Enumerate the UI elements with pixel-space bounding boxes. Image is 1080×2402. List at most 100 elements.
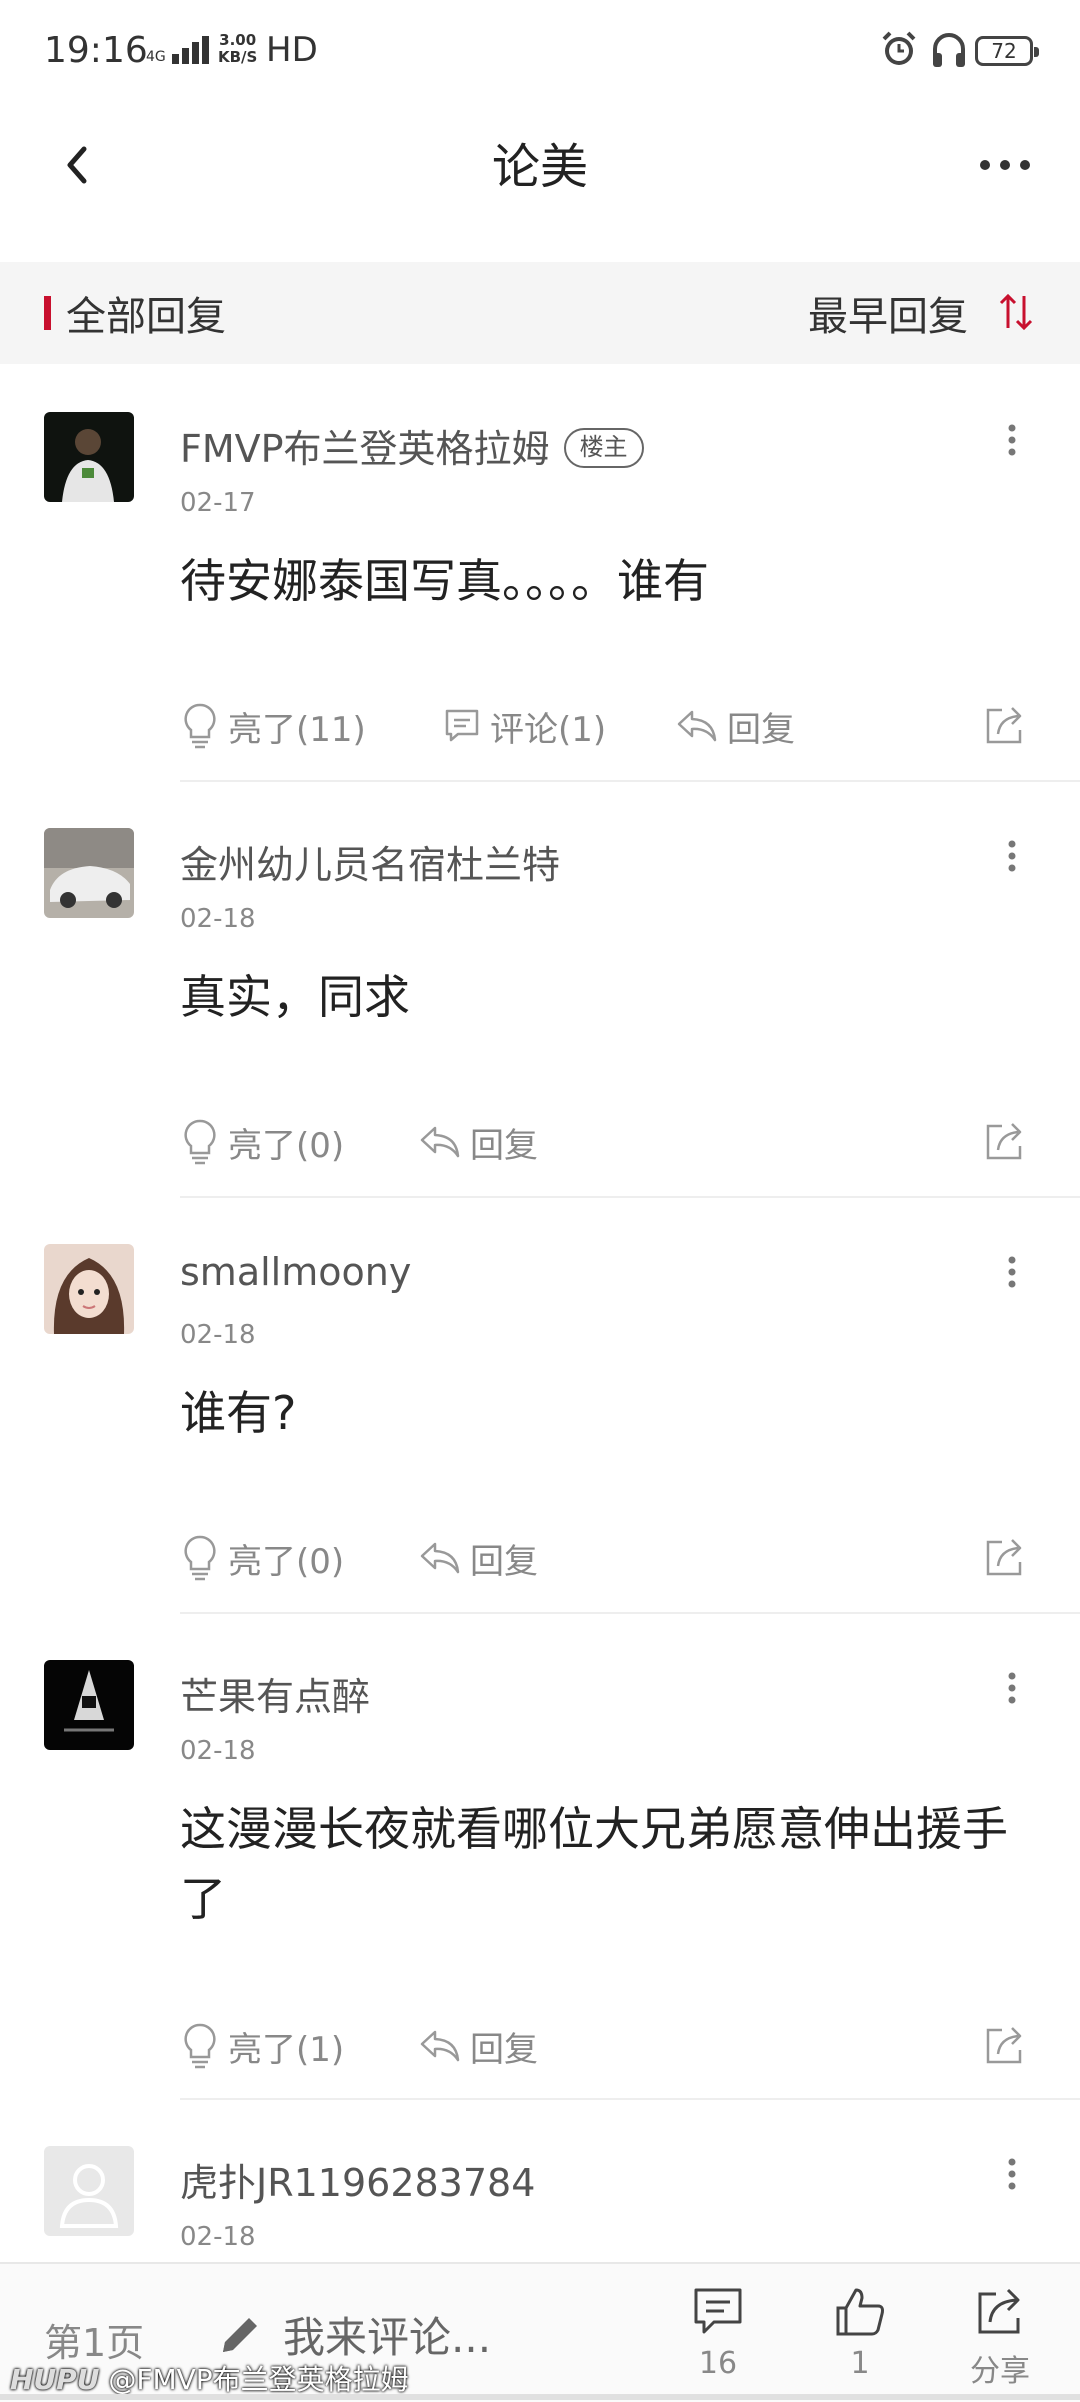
comments-button[interactable]: 16 bbox=[668, 2284, 768, 2381]
alarm-icon bbox=[882, 31, 916, 65]
share-button[interactable]: 分享 bbox=[950, 2284, 1050, 2390]
section-accent-bar bbox=[44, 296, 51, 330]
like-label: 亮了(0) bbox=[228, 1125, 345, 1166]
status-time: 19:16 bbox=[44, 30, 148, 71]
battery-icon: 72 bbox=[975, 36, 1039, 66]
network-indicator: 4G bbox=[146, 34, 209, 64]
signal-icon bbox=[171, 34, 209, 64]
default-avatar-icon[interactable] bbox=[44, 2146, 134, 2236]
comment-placeholder: 我来评论... bbox=[283, 2313, 492, 2362]
more-options-icon[interactable] bbox=[975, 145, 1035, 185]
divider bbox=[180, 1196, 1080, 1198]
watermark: HUPU @FMVP布兰登英格拉姆 bbox=[10, 2358, 409, 2398]
like-label: 亮了(1) bbox=[228, 2029, 345, 2070]
avatar[interactable] bbox=[44, 1660, 134, 1750]
likes-count: 1 bbox=[850, 2346, 870, 2381]
divider bbox=[180, 780, 1080, 782]
comment-input[interactable]: 我来评论... bbox=[215, 2304, 491, 2365]
username-text: smallmoony bbox=[180, 1250, 412, 1294]
hd-indicator: HD bbox=[266, 30, 318, 70]
username[interactable]: smallmoony bbox=[180, 1250, 411, 1294]
like-label: 亮了(0) bbox=[228, 1541, 345, 1582]
like-button[interactable]: 亮了(0) bbox=[180, 1112, 344, 1172]
post-date: 02-17 bbox=[180, 488, 256, 518]
all-replies-label: 全部回复 bbox=[66, 294, 226, 340]
reply-button[interactable]: 回复 bbox=[418, 2016, 538, 2076]
like-button[interactable]: 亮了(1) bbox=[180, 2016, 344, 2076]
username-text: FMVP布兰登英格拉姆 bbox=[180, 427, 550, 471]
divider bbox=[180, 1612, 1080, 1614]
like-button[interactable]: 亮了(11) bbox=[180, 696, 366, 756]
reply-button[interactable]: 回复 bbox=[418, 1528, 538, 1588]
page-title: 论美 bbox=[491, 139, 588, 195]
network-type: 4G bbox=[146, 49, 166, 65]
sort-icon[interactable] bbox=[998, 292, 1034, 332]
title-bar: 论美 bbox=[0, 105, 1080, 255]
username[interactable]: 芒果有点醉 bbox=[180, 1666, 370, 1721]
share-icon[interactable] bbox=[982, 2022, 1028, 2068]
comments-count: 16 bbox=[698, 2346, 738, 2381]
post-content: 这漫漫长夜就看哪位大兄弟愿意伸出援手了 bbox=[180, 1802, 1008, 1926]
lightbulb-icon bbox=[184, 2023, 216, 2069]
like-button[interactable]: 亮了(0) bbox=[180, 1528, 344, 1588]
share-label: 分享 bbox=[970, 2354, 1030, 2389]
username-text: 虎扑JR1196283784 bbox=[180, 2161, 536, 2205]
username-text: 芒果有点醉 bbox=[180, 1675, 371, 1719]
reply-icon bbox=[420, 2030, 460, 2062]
comment-icon bbox=[445, 709, 479, 742]
post-actions: 亮了(1) 回复 bbox=[180, 2016, 1040, 2076]
like-post-button[interactable]: 1 bbox=[810, 2284, 910, 2381]
username[interactable]: 虎扑JR1196283784 bbox=[180, 2152, 535, 2207]
share-icon[interactable] bbox=[982, 1118, 1028, 1164]
avatar[interactable] bbox=[44, 1244, 134, 1334]
reply-button[interactable]: 回复 bbox=[675, 696, 795, 756]
username[interactable]: 金州幼儿员名宿杜兰特 bbox=[180, 834, 560, 889]
post-date: 02-18 bbox=[180, 1320, 256, 1350]
post-more-icon[interactable] bbox=[1000, 1668, 1024, 1708]
speed-value: 3.00 bbox=[219, 31, 257, 49]
lightbulb-icon bbox=[184, 1535, 216, 1581]
post-more-icon[interactable] bbox=[1000, 2154, 1024, 2194]
status-bar: 19:16 4G 3.00 KB/S HD 72 bbox=[0, 0, 1080, 105]
post-actions: 亮了(0) 回复 bbox=[180, 1112, 1040, 1172]
username[interactable]: FMVP布兰登英格拉姆 楼主 bbox=[180, 418, 644, 473]
reply-label: 回复 bbox=[727, 709, 795, 750]
avatar[interactable] bbox=[44, 412, 134, 502]
post-more-icon[interactable] bbox=[1000, 836, 1024, 876]
reply-icon bbox=[420, 1542, 460, 1574]
reply-icon bbox=[677, 710, 717, 742]
watermark-brand: HUPU bbox=[10, 2363, 100, 2396]
post-content: 待安娜泰国写真。。。。谁有 bbox=[180, 554, 709, 608]
username-text: 金州幼儿员名宿杜兰特 bbox=[180, 843, 561, 887]
post-content: 谁有? bbox=[180, 1386, 297, 1440]
post-more-icon[interactable] bbox=[1000, 420, 1024, 460]
lightbulb-icon bbox=[184, 1119, 216, 1165]
reply-icon bbox=[420, 1126, 460, 1158]
reply-label: 回复 bbox=[470, 1541, 538, 1582]
post-actions: 亮了(0) 回复 bbox=[180, 1528, 1040, 1588]
reply-header: 全部回复 最早回复 bbox=[0, 262, 1080, 364]
avatar[interactable] bbox=[44, 828, 134, 918]
post-date: 02-18 bbox=[180, 904, 256, 934]
reply-label: 回复 bbox=[470, 1125, 538, 1166]
network-speed: 3.00 KB/S bbox=[218, 32, 257, 66]
sort-earliest-button[interactable]: 最早回复 bbox=[808, 284, 968, 342]
headset-icon bbox=[933, 33, 965, 67]
pencil-icon bbox=[223, 2317, 257, 2352]
thumbs-up-icon bbox=[836, 2288, 884, 2336]
post-date: 02-18 bbox=[180, 2222, 256, 2252]
comment-icon bbox=[694, 2288, 742, 2334]
post-content: 真实，同求 bbox=[180, 970, 410, 1024]
share-icon[interactable] bbox=[982, 702, 1028, 748]
reply-button[interactable]: 回复 bbox=[418, 1112, 538, 1172]
post-date: 02-18 bbox=[180, 1736, 256, 1766]
share-icon bbox=[978, 2288, 1020, 2334]
like-label: 亮了(11) bbox=[228, 709, 366, 750]
divider bbox=[180, 2098, 1080, 2100]
post-more-icon[interactable] bbox=[1000, 1252, 1024, 1292]
post-actions: 亮了(11) 评论(1) 回复 bbox=[180, 696, 1040, 756]
comment-button[interactable]: 评论(1) bbox=[442, 696, 606, 756]
home-indicator bbox=[0, 2394, 1080, 2400]
reply-label: 回复 bbox=[470, 2029, 538, 2070]
share-icon[interactable] bbox=[982, 1534, 1028, 1580]
